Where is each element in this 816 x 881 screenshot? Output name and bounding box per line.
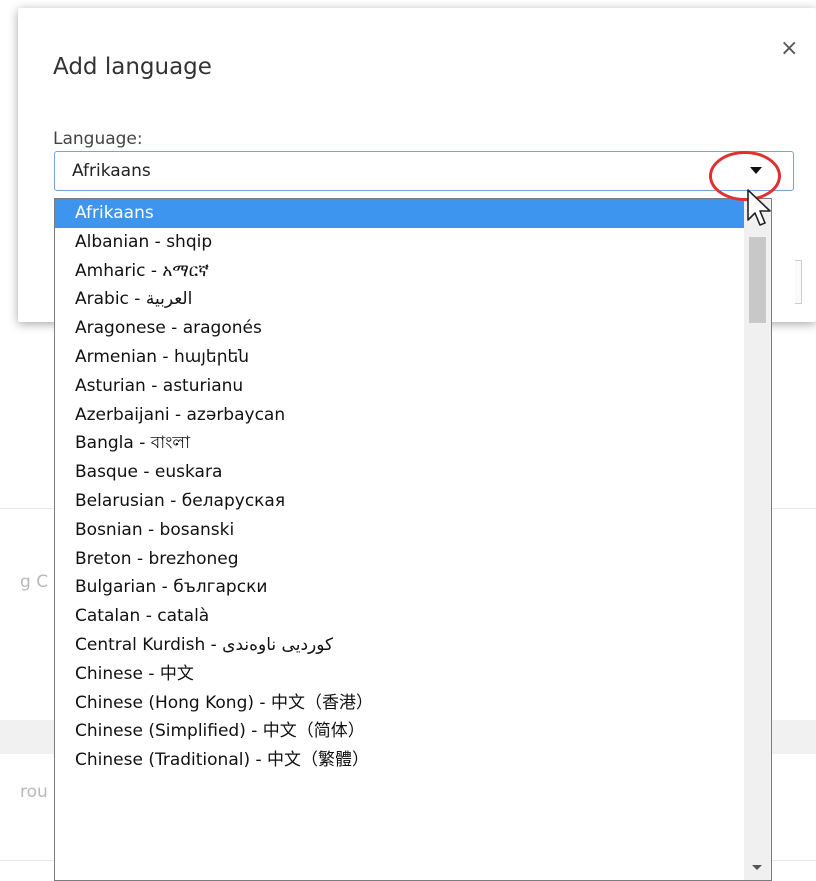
background-text-fragment: rou <box>20 782 48 802</box>
language-select-value: Afrikaans <box>72 161 151 181</box>
language-option[interactable]: Breton - brezhoneg <box>55 545 771 574</box>
dialog-title: Add language <box>53 54 212 80</box>
language-option[interactable]: Central Kurdish - کوردیی ناوەندی <box>55 631 771 660</box>
language-option[interactable]: Belarusian - беларуская <box>55 487 771 516</box>
scrollbar-thumb[interactable] <box>749 237 766 323</box>
language-option[interactable]: Chinese (Hong Kong) - 中文（香港） <box>55 689 771 718</box>
language-dropdown-list[interactable]: Afrikaans Albanian - shqip Amharic - አማርኛ A… <box>54 198 772 881</box>
language-field-label: Language: <box>53 129 143 149</box>
language-option[interactable]: Albanian - shqip <box>55 228 771 257</box>
scroll-down-arrow-icon[interactable] <box>752 865 762 870</box>
language-option[interactable]: Chinese - 中文 <box>55 660 771 689</box>
language-options: Afrikaans Albanian - shqip Amharic - አማርኛ A… <box>55 199 771 775</box>
language-option[interactable]: Arabic - العربية <box>55 285 771 314</box>
language-option[interactable]: Amharic - አማርኛ <box>55 257 771 286</box>
language-option[interactable]: Bulgarian - български <box>55 573 771 602</box>
mouse-cursor-icon <box>747 189 771 226</box>
language-option[interactable]: Catalan - català <box>55 602 771 631</box>
language-option[interactable]: Azerbaijani - azərbaycan <box>55 401 771 430</box>
language-option[interactable]: Armenian - հայերեն <box>55 343 771 372</box>
language-select[interactable]: Afrikaans <box>54 151 794 191</box>
dialog-button-edge[interactable] <box>795 260 802 304</box>
language-option[interactable]: Asturian - asturianu <box>55 372 771 401</box>
language-option[interactable]: Bosnian - bosanski <box>55 516 771 545</box>
language-option[interactable]: Chinese (Simplified) - 中文（简体） <box>55 717 771 746</box>
language-option[interactable]: Chinese (Traditional) - 中文（繁體） <box>55 746 771 775</box>
language-option[interactable]: Aragonese - aragonés <box>55 314 771 343</box>
close-icon[interactable]: × <box>780 38 798 60</box>
dropdown-scrollbar[interactable] <box>744 199 771 880</box>
language-option[interactable]: Basque - euskara <box>55 458 771 487</box>
language-option[interactable]: Afrikaans <box>55 199 771 228</box>
language-option[interactable]: Bangla - বাংলা <box>55 429 771 458</box>
background-text-fragment: g C <box>20 572 49 592</box>
